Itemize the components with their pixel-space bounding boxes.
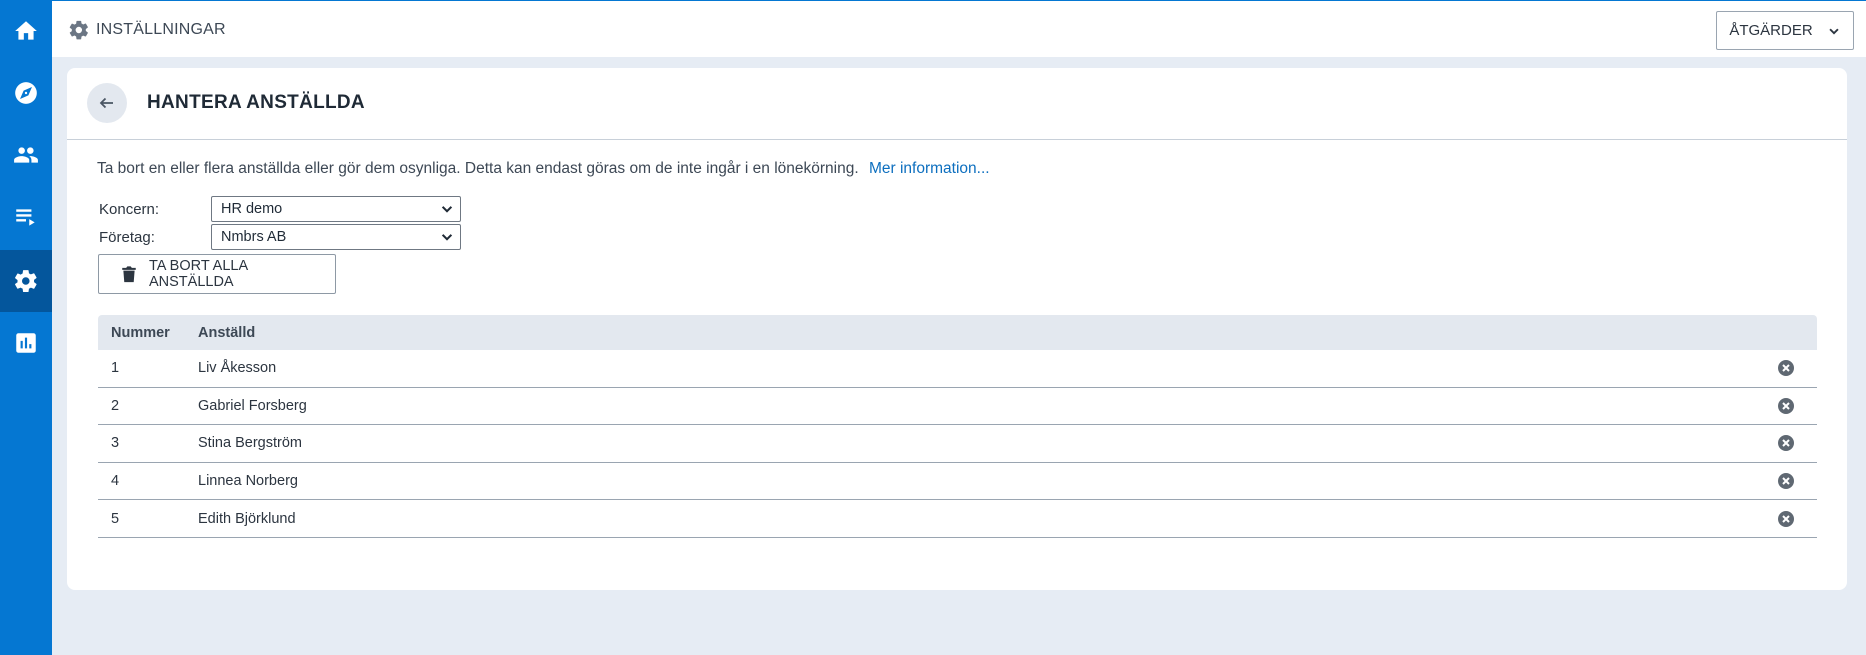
sidebar-item-home[interactable]	[0, 0, 52, 62]
employee-number: 5	[111, 510, 120, 527]
more-info-link[interactable]: Mer information...	[869, 160, 990, 177]
sidebar-item-settings[interactable]	[0, 250, 52, 312]
concern-label: Koncern:	[99, 200, 160, 218]
table-row: 3 Stina Bergström	[98, 425, 1817, 463]
delete-all-label: TA BORT ALLA ANSTÄLLDA	[148, 258, 248, 290]
table-row: 2 Gabriel Forsberg	[98, 388, 1817, 426]
close-circle-icon	[1778, 435, 1794, 452]
close-circle-icon	[1778, 397, 1794, 414]
back-button[interactable]	[87, 83, 127, 123]
manage-employees-card: HANTERA ANSTÄLLDA Ta bort en eller flera…	[67, 68, 1847, 590]
table-row: 4 Linnea Norberg	[98, 463, 1817, 501]
company-value: Nmbrs AB	[221, 229, 287, 245]
employee-name: Gabriel Forsberg	[198, 397, 307, 414]
concern-row: Koncern: HR demo	[99, 196, 461, 222]
actions-label: ÅTGÄRDER	[1729, 22, 1813, 39]
sidebar-item-explore[interactable]	[0, 62, 52, 124]
list-icon	[16, 209, 35, 226]
actions-dropdown-button[interactable]: ÅTGÄRDER	[1716, 11, 1854, 50]
close-circle-icon	[1778, 360, 1794, 377]
company-select[interactable]: Nmbrs AB	[211, 224, 461, 250]
employee-number: 4	[111, 473, 120, 490]
concern-value: HR demo	[221, 201, 283, 217]
card-header: HANTERA ANSTÄLLDA	[67, 68, 1847, 140]
bar-chart-icon	[16, 333, 36, 353]
chevron-down-icon	[441, 206, 453, 213]
trash-icon	[122, 266, 136, 283]
topbar-title: INSTÄLLNINGAR	[68, 18, 226, 42]
chevron-down-icon	[441, 234, 453, 241]
page-description: Ta bort en eller flera anställda eller g…	[97, 160, 990, 178]
remove-employee-button[interactable]	[1777, 397, 1817, 415]
delete-all-employees-button[interactable]: TA BORT ALLA ANSTÄLLDA	[98, 254, 336, 294]
remove-employee-button[interactable]	[1777, 434, 1817, 452]
employee-number: 2	[111, 397, 120, 414]
gear-icon	[69, 20, 88, 40]
remove-employee-button[interactable]	[1777, 359, 1817, 377]
table-row: 1 Liv Åkesson	[98, 350, 1817, 388]
concern-select[interactable]: HR demo	[211, 196, 461, 222]
sidebar-item-reports[interactable]	[0, 312, 52, 374]
table-row: 5 Edith Björklund	[98, 500, 1817, 538]
company-row: Företag: Nmbrs AB	[99, 224, 461, 250]
gear-icon	[15, 270, 37, 293]
employee-name: Stina Bergström	[198, 435, 302, 452]
compass-icon	[15, 82, 37, 104]
employee-name: Liv Åkesson	[198, 360, 277, 377]
sidebar-item-employees[interactable]	[0, 124, 52, 186]
column-header-employee: Anställd	[198, 324, 256, 341]
remove-employee-button[interactable]	[1777, 510, 1817, 528]
page-title: HANTERA ANSTÄLLDA	[147, 92, 365, 113]
employee-name: Linnea Norberg	[198, 473, 298, 490]
table-body: 1 Liv Åkesson 2 Gabriel Forsberg 3 Stina Berg…	[98, 350, 1817, 538]
close-circle-icon	[1778, 473, 1794, 490]
remove-employee-button[interactable]	[1777, 472, 1817, 490]
employee-number: 1	[111, 360, 120, 377]
topbar: INSTÄLLNINGAR ÅTGÄRDER	[52, 0, 1866, 57]
column-header-number: Nummer	[111, 324, 170, 341]
sidebar	[0, 0, 52, 655]
people-icon	[14, 147, 38, 163]
employee-number: 3	[111, 435, 120, 452]
description-text: Ta bort en eller flera anställda eller g…	[97, 160, 859, 177]
employees-table: Nummer Anställd 1 Liv Åkesson 2 Gabriel For…	[98, 315, 1817, 538]
topbar-title-text: INSTÄLLNINGAR	[96, 21, 226, 38]
employee-name: Edith Björklund	[198, 510, 296, 527]
close-circle-icon	[1778, 510, 1794, 527]
chevron-down-icon	[1829, 28, 1839, 35]
arrow-left-icon	[99, 97, 113, 109]
sidebar-item-list[interactable]	[0, 186, 52, 248]
company-label: Företag:	[99, 228, 155, 246]
table-header: Nummer Anställd	[98, 315, 1817, 350]
home-icon	[15, 21, 37, 40]
